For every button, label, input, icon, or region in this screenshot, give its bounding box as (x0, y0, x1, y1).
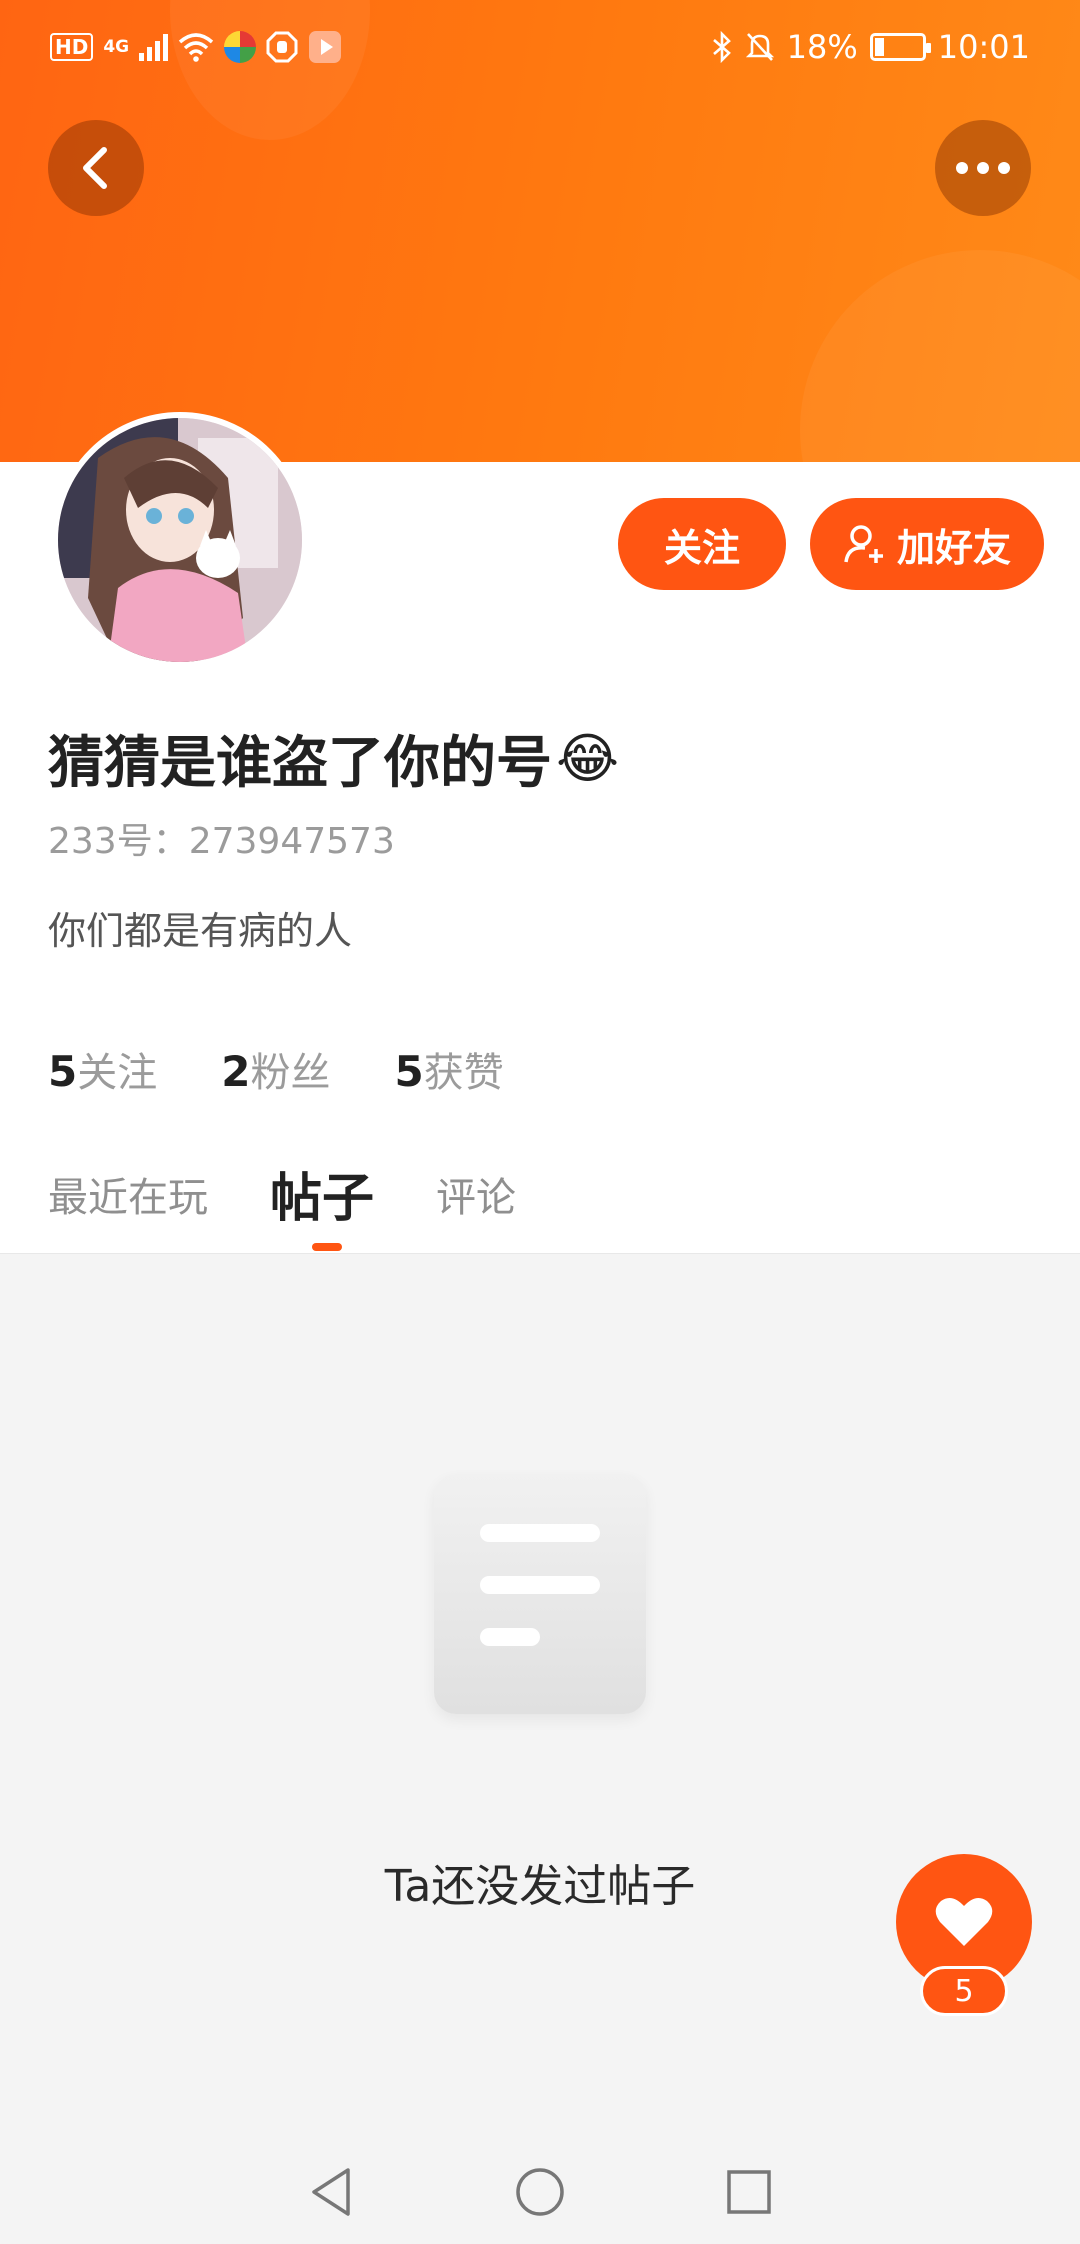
system-navigation-bar (0, 2140, 1080, 2244)
stat-followers[interactable]: 2粉丝 (221, 1040, 330, 1098)
stats-row: 5关注 2粉丝 5获赞 (48, 1040, 504, 1098)
battery-percent: 18% (786, 28, 858, 66)
stat-label: 关注 (77, 1050, 158, 1096)
tab-comments[interactable]: 评论 (436, 1165, 516, 1223)
stat-following[interactable]: 5关注 (48, 1040, 157, 1098)
nav-back-icon[interactable] (308, 2166, 354, 2218)
username-text: 猜猜是谁盗了你的号 (48, 731, 552, 796)
active-tab-indicator (312, 1243, 342, 1251)
back-button[interactable] (48, 120, 144, 216)
clock: 10:01 (937, 28, 1030, 66)
tab-recently-played[interactable]: 最近在玩 (48, 1165, 208, 1223)
stat-value: 5 (394, 1047, 424, 1096)
nav-home-icon[interactable] (514, 2166, 566, 2218)
wifi-icon (178, 33, 214, 62)
add-user-icon (844, 525, 883, 563)
username: 猜猜是谁盗了你的号 😂 (48, 718, 619, 799)
chevron-left-icon (83, 147, 107, 189)
battery-icon (869, 33, 931, 61)
stat-label: 粉丝 (250, 1050, 331, 1096)
empty-document-icon (434, 1474, 646, 1714)
tab-posts[interactable]: 帖子 (270, 1156, 374, 1231)
follow-button[interactable]: 关注 (618, 498, 786, 590)
stat-likes[interactable]: 5获赞 (394, 1040, 503, 1098)
follow-label: 关注 (663, 525, 740, 570)
network-type: 4G (103, 37, 130, 57)
hd-indicator: HD (50, 33, 94, 61)
tabs-divider (0, 1253, 1080, 1254)
more-options-button[interactable] (935, 120, 1031, 216)
add-friend-button[interactable]: 加好友 (810, 498, 1044, 590)
app-notification-icon (224, 31, 257, 63)
stat-value: 2 (221, 1047, 251, 1096)
like-count-badge: 5 (920, 1966, 1008, 2016)
video-app-icon (309, 31, 342, 63)
avatar-illustration (58, 418, 302, 662)
nav-recents-icon[interactable] (726, 2169, 772, 2215)
status-bar: HD 4G 18% 10:01 (0, 0, 1080, 98)
tears-of-joy-emoji: 😂 (556, 727, 620, 790)
heart-icon (935, 1897, 993, 1946)
more-dots-icon (956, 162, 1010, 174)
shield-app-icon (266, 31, 298, 63)
stat-label: 获赞 (423, 1050, 504, 1096)
mute-bell-icon (745, 33, 774, 61)
stat-value: 5 (48, 1047, 78, 1096)
add-friend-label: 加好友 (896, 525, 1011, 570)
signal-icon (139, 33, 169, 61)
user-bio: 你们都是有病的人 (48, 909, 353, 953)
user-id: 233号：273947573 (48, 821, 395, 862)
bluetooth-icon (712, 31, 731, 63)
avatar[interactable] (52, 412, 308, 668)
profile-tabs: 最近在玩 帖子 评论 (48, 1156, 516, 1231)
